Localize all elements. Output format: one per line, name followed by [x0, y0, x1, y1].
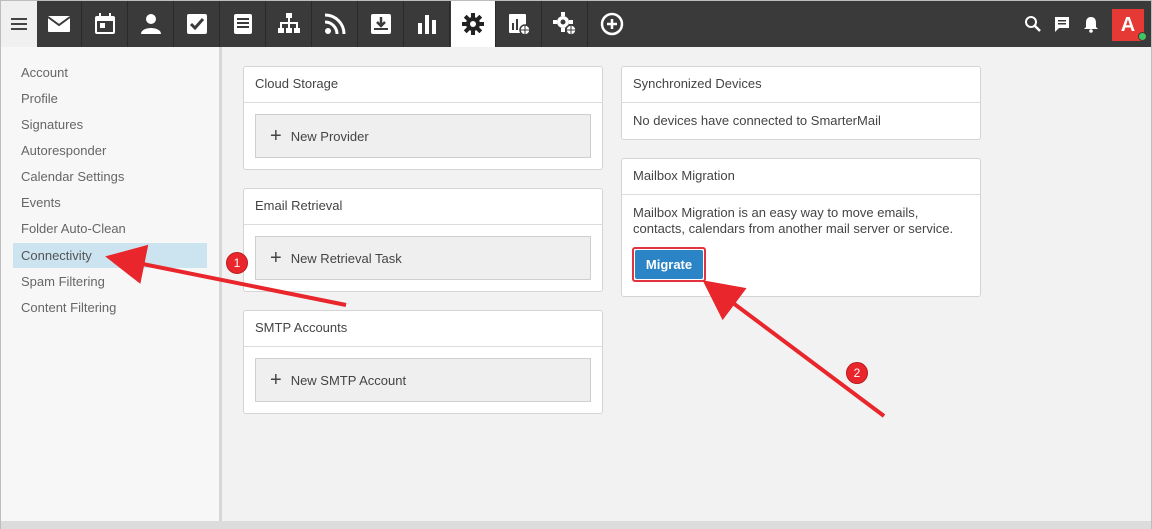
- plus-icon: +: [270, 369, 282, 391]
- bell-icon: [1084, 17, 1098, 33]
- mail-icon: [47, 16, 71, 32]
- report-globe-icon: [509, 14, 531, 36]
- settings-sidebar: Account Profile Signatures Autoresponder…: [1, 47, 222, 521]
- app-window: A Account Profile Signatures Autorespond…: [0, 0, 1152, 529]
- new-smtp-account-button[interactable]: + New SMTP Account: [255, 358, 591, 402]
- card-title: Cloud Storage: [244, 67, 602, 103]
- annotation-badge-1: 1: [226, 252, 248, 274]
- nav-tasks-button[interactable]: [175, 1, 220, 47]
- bar-chart-icon: [418, 15, 436, 34]
- migrate-button[interactable]: Migrate: [635, 250, 703, 279]
- calendar-icon: [95, 13, 115, 34]
- migration-description: Mailbox Migration is an easy way to move…: [633, 205, 954, 236]
- nav-add-button[interactable]: [589, 1, 634, 47]
- sidebar-item-folder-auto-clean[interactable]: Folder Auto-Clean: [13, 216, 207, 241]
- hamburger-menu-button[interactable]: [1, 1, 37, 47]
- new-retrieval-task-button[interactable]: + New Retrieval Task: [255, 236, 591, 280]
- plus-icon: +: [270, 247, 282, 269]
- tasks-icon: [187, 14, 207, 34]
- online-status-indicator: [1138, 32, 1147, 41]
- mailbox-migration-card: Mailbox Migration Mailbox Migration is a…: [621, 158, 981, 297]
- new-provider-button[interactable]: + New Provider: [255, 114, 591, 158]
- search-button[interactable]: [1019, 1, 1047, 47]
- nav-notes-button[interactable]: [221, 1, 266, 47]
- nav-download-button[interactable]: [359, 1, 404, 47]
- nav-domain-settings-button[interactable]: [543, 1, 588, 47]
- search-icon: [1025, 16, 1041, 32]
- annotation-badge-2: 2: [846, 362, 868, 384]
- card-title: Synchronized Devices: [622, 67, 980, 103]
- synchronized-devices-card: Synchronized Devices No devices have con…: [621, 66, 981, 140]
- nav-rss-button[interactable]: [313, 1, 358, 47]
- sidebar-item-content-filtering[interactable]: Content Filtering: [13, 295, 207, 320]
- plus-icon: +: [270, 125, 282, 147]
- sidebar-item-profile[interactable]: Profile: [13, 86, 207, 111]
- gear-icon: [462, 13, 484, 35]
- sidebar-item-spam-filtering[interactable]: Spam Filtering: [13, 269, 207, 294]
- cloud-storage-card: Cloud Storage + New Provider: [243, 66, 603, 170]
- sidebar-item-connectivity[interactable]: Connectivity: [13, 243, 207, 268]
- button-label: New Provider: [290, 128, 369, 144]
- sidebar-item-calendar-settings[interactable]: Calendar Settings: [13, 164, 207, 189]
- sitemap-icon: [278, 13, 300, 33]
- chat-button[interactable]: [1048, 1, 1076, 47]
- migrate-highlight: Migrate: [632, 247, 706, 282]
- plus-circle-icon: [600, 12, 623, 36]
- horizontal-scrollbar[interactable]: [1, 521, 1151, 529]
- download-box-icon: [371, 14, 391, 34]
- nav-calendar-button[interactable]: [83, 1, 128, 47]
- top-navigation-bar: A: [1, 1, 1151, 47]
- card-title: SMTP Accounts: [244, 311, 602, 347]
- notifications-button[interactable]: [1077, 1, 1105, 47]
- nav-settings-button[interactable]: [451, 1, 496, 47]
- card-title: Email Retrieval: [244, 189, 602, 225]
- card-title: Mailbox Migration: [622, 159, 980, 195]
- nav-mail-button[interactable]: [37, 1, 82, 47]
- nav-contacts-button[interactable]: [129, 1, 174, 47]
- sidebar-item-signatures[interactable]: Signatures: [13, 112, 207, 137]
- button-label: New Retrieval Task: [290, 250, 402, 266]
- button-label: New SMTP Account: [290, 372, 407, 388]
- sidebar-item-events[interactable]: Events: [13, 190, 207, 215]
- notes-icon: [234, 14, 252, 34]
- connectivity-content: Cloud Storage + New Provider Email Retri…: [225, 47, 1151, 521]
- hamburger-icon: [11, 18, 27, 30]
- gear-globe-icon: [553, 12, 577, 36]
- email-retrieval-card: Email Retrieval + New Retrieval Task: [243, 188, 603, 292]
- no-devices-message: No devices have connected to SmarterMail: [633, 113, 881, 128]
- smtp-accounts-card: SMTP Accounts + New SMTP Account: [243, 310, 603, 414]
- nav-sitemap-button[interactable]: [267, 1, 312, 47]
- sidebar-item-account[interactable]: Account: [13, 60, 207, 85]
- nav-domain-reports-button[interactable]: [497, 1, 542, 47]
- chat-icon: [1055, 17, 1069, 32]
- rss-icon: [324, 13, 346, 35]
- avatar-letter: A: [1120, 13, 1136, 36]
- nav-reports-button[interactable]: [405, 1, 450, 47]
- contacts-icon: [141, 14, 161, 34]
- sidebar-item-autoresponder[interactable]: Autoresponder: [13, 138, 207, 163]
